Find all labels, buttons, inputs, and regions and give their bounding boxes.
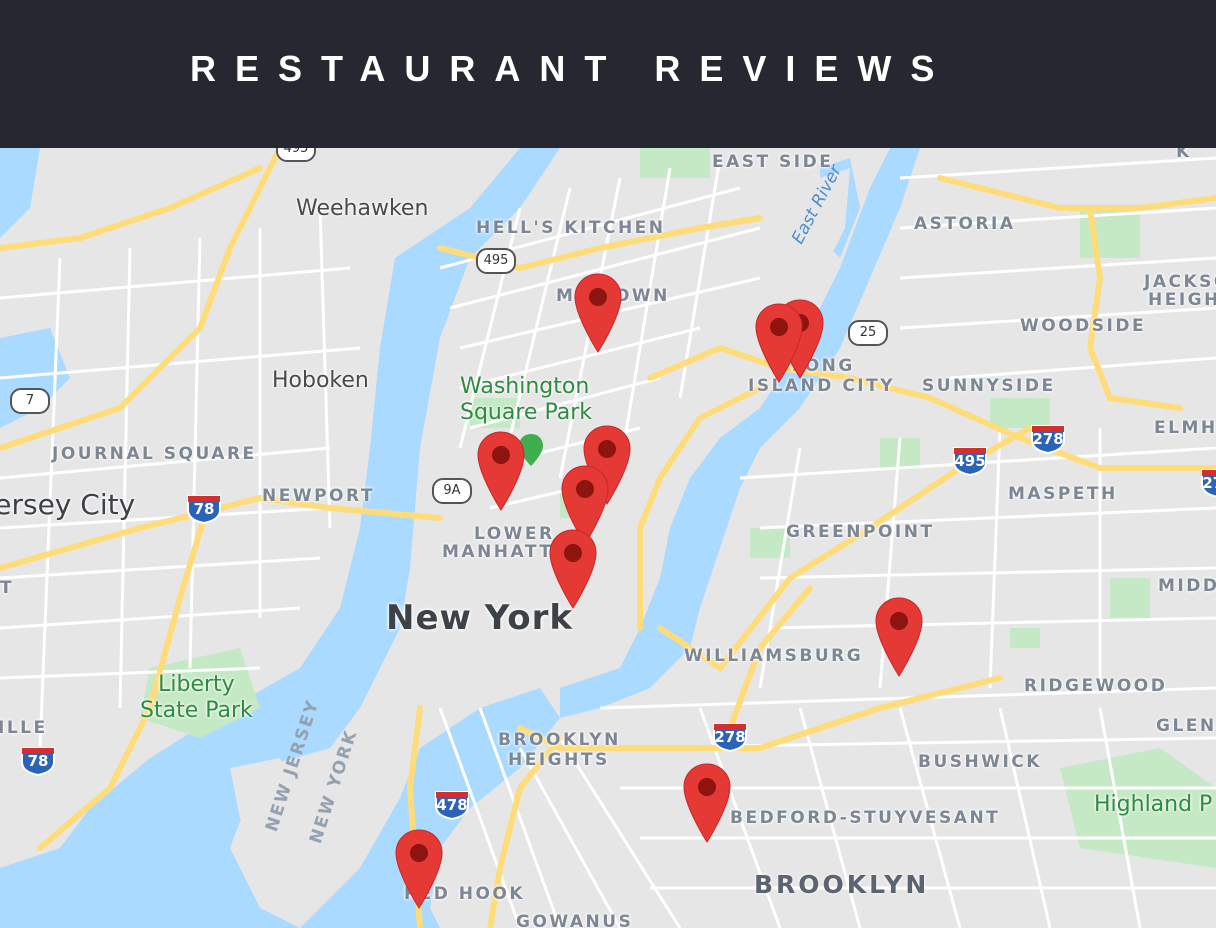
interstate-495-shield: 495 (948, 446, 992, 476)
label-ille: ILLE (0, 718, 48, 738)
label-jackson: JACKSON (1144, 272, 1216, 292)
restaurant-marker[interactable] (874, 596, 924, 678)
interstate-495-number: 495 (954, 452, 986, 470)
label-heights: HEIGHTS (1148, 290, 1216, 310)
label-jersey-city: Jersey City (0, 488, 136, 521)
interstate-278-number: 278 (1202, 474, 1216, 492)
route-9a-shield: 9A (432, 478, 472, 504)
park-name-line2: Square Park (460, 400, 592, 425)
route-7-shield: 7 (10, 388, 50, 414)
label-washington-square-park: Washington Square Park (460, 374, 592, 426)
route-495-shield: 495 (476, 248, 516, 274)
restaurant-marker[interactable] (548, 528, 598, 610)
interstate-78-number: 78 (193, 500, 215, 518)
interstate-78-number: 78 (27, 752, 49, 770)
label-hells-kitchen: HELL'S KITCHEN (476, 218, 666, 238)
label-glend: GLEND (1156, 716, 1216, 736)
interstate-478-shield: 478 (430, 790, 474, 820)
interstate-78-shield: 78 (182, 494, 226, 524)
label-woodside: WOODSIDE (1020, 316, 1147, 336)
label-williamsburg: WILLIAMSBURG (684, 646, 864, 666)
label-journal-square: JOURNAL SQUARE (52, 444, 257, 464)
park-liberty-line2: State Park (140, 698, 253, 723)
label-newport: NEWPORT (262, 486, 375, 506)
restaurant-marker[interactable] (754, 302, 804, 384)
label-maspeth: MASPETH (1008, 484, 1118, 504)
restaurant-marker[interactable] (573, 272, 623, 354)
map-view[interactable]: EAST SIDE K Weehawken HELL'S KITCHEN AST… (0, 148, 1216, 928)
label-new-york: New York (386, 598, 573, 638)
label-ridgewood: RIDGEWOOD (1024, 676, 1168, 696)
label-bushwick: BUSHWICK (918, 752, 1042, 772)
park-name-line1: Washington (460, 374, 590, 399)
interstate-478-number: 478 (436, 796, 468, 814)
route-25-shield: 25 (848, 320, 888, 346)
restaurant-marker[interactable] (476, 430, 526, 512)
label-weehawken: Weehawken (296, 196, 429, 221)
label-astoria: ASTORIA (914, 214, 1016, 234)
label-elmhu: ELMHU (1154, 418, 1216, 438)
site-header: RESTAURANT REVIEWS (0, 0, 1216, 148)
label-gowanus: GOWANUS (516, 912, 634, 928)
label-bedford-stuyvesant: BEDFORD-STUYVESANT (730, 808, 1001, 828)
label-k: T (0, 578, 15, 598)
label-highland-park: Highland P (1094, 792, 1213, 817)
interstate-78-shield: 78 (16, 746, 60, 776)
restaurant-marker[interactable] (682, 762, 732, 844)
interstate-278-number: 278 (1032, 430, 1064, 448)
interstate-278-shield: 278 (1196, 468, 1216, 498)
label-hoboken: Hoboken (272, 368, 369, 393)
interstate-278-shield: 278 (708, 722, 752, 752)
label-brooklyn-borough: BROOKLYN (754, 870, 930, 899)
interstate-278-number: 278 (714, 728, 746, 746)
label-middl: MIDDL (1158, 576, 1216, 596)
interstate-278-shield: 278 (1026, 424, 1070, 454)
route-495-shield: 495 (276, 148, 316, 162)
label-brooklyn-heights: HEIGHTS (508, 750, 610, 770)
page-title: RESTAURANT REVIEWS (190, 48, 954, 89)
label-liberty-state-park: Liberty State Park (140, 672, 253, 724)
park-liberty-line1: Liberty (158, 672, 235, 697)
label-sunnyside: SUNNYSIDE (922, 376, 1056, 396)
restaurant-marker[interactable] (394, 828, 444, 910)
label-eas: K (1176, 148, 1192, 162)
label-brooklyn: BROOKLYN (498, 730, 621, 750)
label-lower: LOWER (474, 524, 555, 544)
label-east-side: EAST SIDE (712, 152, 834, 172)
label-greenpoint: GREENPOINT (786, 522, 935, 542)
